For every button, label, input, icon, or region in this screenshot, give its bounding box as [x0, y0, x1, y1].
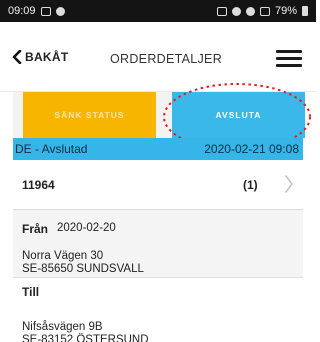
system-status-bar: 09:09 79% [0, 0, 316, 22]
finish-button[interactable]: AVSLUTA [172, 92, 305, 138]
order-number: 11964 [22, 178, 55, 192]
order-row[interactable]: 11964 (1) [13, 160, 303, 210]
back-button[interactable]: BAKÅT [12, 50, 69, 64]
order-status-timestamp: 2020-02-21 09:08 [204, 142, 299, 156]
to-postal-city: SE-83152 ÖSTERSUND [22, 334, 149, 342]
location-icon [231, 6, 241, 16]
to-section: Till Nifsåsvägen 9B SE-83152 ÖSTERSUND [13, 278, 303, 342]
clock: 09:09 [8, 5, 36, 17]
from-label: Från [22, 222, 49, 236]
order-status-label: DE - Avslutad [15, 142, 88, 156]
notification-icon [55, 6, 65, 16]
gallery-icon [40, 6, 51, 16]
lower-status-button[interactable]: SÄNK STATUS [23, 92, 156, 138]
to-label: Till [22, 285, 40, 299]
action-button-row: SÄNK STATUS AVSLUTA [13, 92, 305, 138]
from-street: Norra Vägen 30 [22, 250, 104, 262]
chevron-right-icon [285, 175, 293, 193]
wifi-icon [245, 6, 255, 16]
from-postal-city: SE-85650 SUNDSVALL [22, 263, 144, 275]
signal-icon [259, 6, 270, 16]
from-date: 2020-02-20 [57, 222, 116, 234]
nfc-icon [216, 6, 227, 16]
hamburger-menu-icon[interactable] [276, 50, 302, 68]
page-title: ORDERDETALJER [110, 52, 223, 66]
from-section: Från 2020-02-20 Norra Vägen 30 SE-85650 … [13, 210, 303, 278]
battery-percent: 79% [274, 5, 297, 17]
app-header: BAKÅT ORDERDETALJER [0, 22, 316, 92]
battery-icon [302, 6, 308, 16]
back-label: BAKÅT [25, 50, 69, 64]
chevron-left-icon [12, 50, 22, 64]
to-street: Nifsåsvägen 9B [22, 321, 103, 333]
order-item-count: (1) [243, 178, 258, 192]
order-status-bar: DE - Avslutad 2020-02-21 09:08 [13, 138, 303, 160]
